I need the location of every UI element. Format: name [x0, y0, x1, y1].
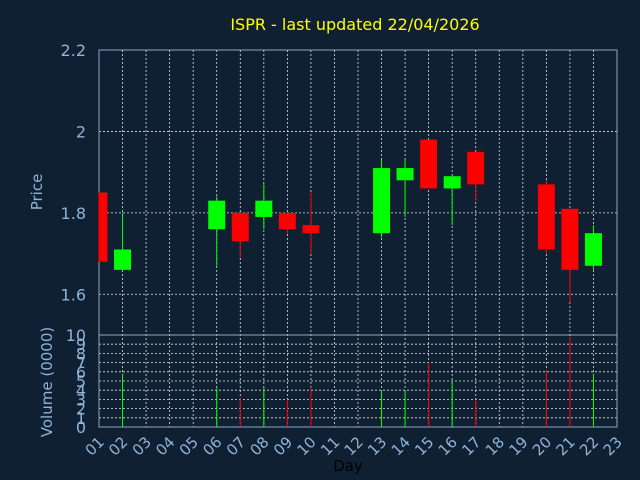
x-tick-label: 14: [388, 433, 414, 459]
x-tick-label: 15: [411, 433, 437, 459]
candle-body: [278, 212, 296, 230]
candle-body: [467, 151, 485, 185]
candle: [420, 139, 438, 189]
candle: [255, 184, 273, 230]
candle: [537, 180, 555, 254]
candle-body: [584, 233, 602, 266]
x-tick-label: 13: [364, 433, 390, 459]
x-tick-label: 04: [152, 433, 178, 459]
candle-body: [231, 212, 249, 242]
price-tick-label: 2.2: [61, 41, 86, 60]
price-tick-labels: 2.2 2 1.8 1.6: [61, 41, 86, 304]
candle: [561, 208, 579, 303]
x-tick-label: 12: [341, 433, 367, 459]
x-tick-label: 21: [553, 433, 579, 459]
candle-body: [420, 139, 438, 189]
candle-body: [537, 184, 555, 250]
candle: [443, 176, 461, 226]
x-tick-label: 01: [82, 433, 108, 459]
candle: [114, 212, 132, 270]
volume-tick-label: 10: [66, 326, 86, 345]
price-tick-label: 1.8: [61, 204, 86, 223]
candle-body: [99, 192, 108, 262]
volume-gridlines: [99, 334, 617, 428]
x-tick-label: 11: [317, 433, 343, 459]
x-tick-label: 22: [576, 433, 602, 459]
candle: [231, 212, 249, 258]
chart-title: ISPR - last updated 22/04/2026: [230, 15, 479, 34]
candle: [98, 192, 108, 262]
candle-body: [208, 200, 226, 230]
candle: [278, 212, 296, 234]
x-tick-label: 23: [600, 433, 626, 459]
x-tick-label: 02: [105, 433, 131, 459]
x-tick-label: 19: [505, 433, 531, 459]
candle: [584, 225, 602, 270]
x-tick-label: 06: [199, 433, 225, 459]
chart: ISPR - last updated 22/04/2026 2.2 2 1.8 1.…: [28, 15, 626, 475]
x-tick-label: 17: [458, 433, 484, 459]
x-tick-label: 20: [529, 433, 555, 459]
x-tick-label: 09: [270, 433, 296, 459]
price-axis-label: Price: [28, 174, 46, 211]
candle-body: [373, 168, 391, 234]
candle-body: [114, 249, 132, 270]
x-tick-label: 07: [223, 433, 249, 459]
candle: [396, 159, 414, 217]
x-tick-label: 18: [482, 433, 508, 459]
candle: [208, 196, 226, 266]
x-axis-label: Day: [333, 457, 363, 475]
candle-body: [396, 168, 414, 181]
candle-body: [302, 225, 320, 234]
candle-body: [561, 208, 579, 270]
x-tick-label: 16: [435, 433, 461, 459]
price-tick-label: 1.6: [61, 285, 86, 304]
x-tick-label: 05: [176, 433, 202, 459]
candle: [467, 151, 485, 201]
candle: [373, 159, 391, 238]
candle-body: [443, 176, 461, 189]
price-tick-label: 2: [76, 122, 86, 141]
candle-body: [255, 200, 273, 217]
x-tick-label: 10: [294, 433, 320, 459]
x-tick-labels: 0102030405060708091011121314151617181920…: [82, 433, 626, 459]
volume-axis-label: Volume (0000): [38, 327, 56, 437]
candle: [302, 192, 320, 254]
x-tick-label: 08: [246, 433, 272, 459]
x-tick-label: 03: [129, 433, 155, 459]
candlesticks: [98, 139, 602, 303]
volume-tick-labels: 012345678910: [66, 326, 86, 437]
